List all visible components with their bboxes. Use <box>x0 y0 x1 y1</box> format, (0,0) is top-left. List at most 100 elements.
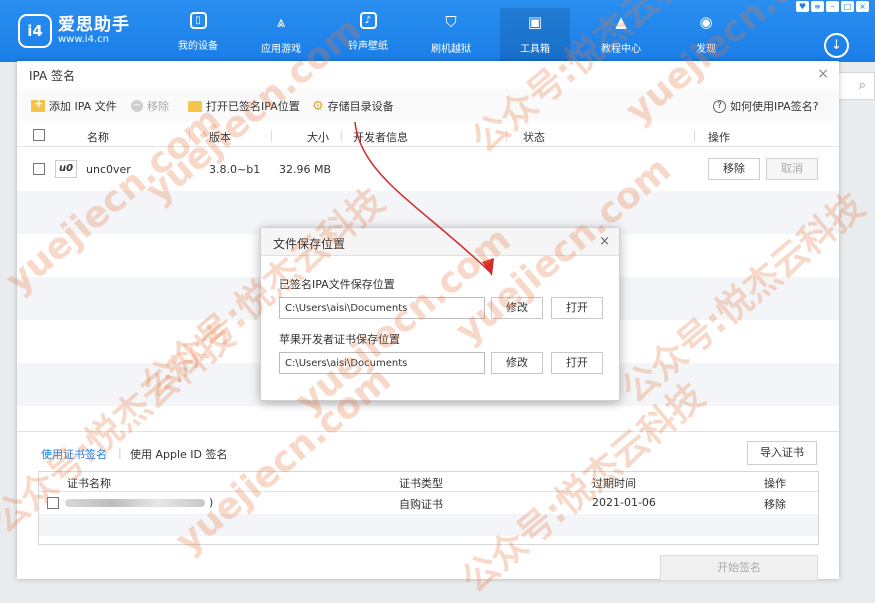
nav-label: 工具箱 <box>520 44 550 55</box>
cert-expires-cell: 2021-01-06 <box>592 496 656 509</box>
nav-discover[interactable]: ◉ 发现 <box>671 8 741 62</box>
toolbar: 添加 IPA 文件 − 移除 打开已签名IPA位置 ⚙ 存储目录设备 ? 如何使… <box>17 89 839 121</box>
app-top-bar: i4 爱思助手 www.i4.cn ▯ 我的设备 ⩓ 应用游戏 ♪ 铃声壁纸 ⛉… <box>0 0 875 62</box>
cert-type-cell: 自购证书 <box>399 498 443 511</box>
nav-label: 教程中心 <box>601 44 641 55</box>
window-controls: ♥ ≡ – □ × <box>796 1 869 12</box>
cert-path-label: 苹果开发者证书保存位置 <box>279 333 400 346</box>
open-signed-path-button[interactable]: 打开 <box>551 297 603 319</box>
nav-ringtones[interactable]: ♪ 铃声壁纸 <box>333 8 403 62</box>
download-icon[interactable]: ↓ <box>824 33 849 58</box>
app-icon: u0 <box>55 160 77 178</box>
app-url: www.i4.cn <box>58 34 109 45</box>
add-ipa-label: 添加 IPA 文件 <box>49 100 117 113</box>
version-cell: 3.8.0~b1 <box>209 163 261 176</box>
music-icon: ♪ <box>359 12 377 29</box>
nav-tutorials[interactable]: ▲ 教程中心 <box>586 8 656 62</box>
device-icon: ▯ <box>189 12 207 29</box>
row-cancel-button[interactable]: 取消 <box>766 158 818 180</box>
header-version: 版本 <box>209 131 231 144</box>
cert-checkbox[interactable] <box>47 497 59 509</box>
start-sign-button[interactable]: 开始签名 <box>660 555 818 581</box>
column-divider[interactable] <box>271 130 272 142</box>
nav-label: 刷机越狱 <box>431 44 471 55</box>
background-search-box[interactable]: ⌕ <box>838 72 875 100</box>
nav-label: 应用游戏 <box>261 44 301 55</box>
cert-path-input[interactable] <box>279 352 485 374</box>
column-divider[interactable] <box>694 130 695 142</box>
graduation-cap-icon: ▲ <box>615 13 627 31</box>
folder-icon <box>188 100 202 112</box>
skin-icon[interactable]: ♥ <box>796 1 809 12</box>
tab-appleid-sign[interactable]: 使用 Apple ID 签名 <box>130 446 228 462</box>
header-developer: 开发者信息 <box>353 131 408 144</box>
file-save-location-modal: 文件保存位置 × 已签名IPA文件保存位置 修改 打开 苹果开发者证书保存位置 … <box>260 227 620 401</box>
nav-toolbox[interactable]: ▣ 工具箱 <box>500 8 570 62</box>
storage-settings-button[interactable]: ⚙ 存储目录设备 <box>312 98 394 114</box>
modal-title: 文件保存位置 <box>273 237 346 251</box>
app-name-cell: unc0ver <box>86 163 131 176</box>
storage-settings-label: 存储目录设备 <box>327 100 394 113</box>
compass-icon: ◉ <box>699 13 713 31</box>
minimize-icon[interactable]: – <box>826 1 839 12</box>
select-all-checkbox[interactable] <box>33 129 45 141</box>
modal-header: 文件保存位置 × <box>261 228 619 256</box>
cert-tabs: 使用证书签名 | 使用 Apple ID 签名 导入证书 <box>17 431 839 469</box>
nav-my-device[interactable]: ▯ 我的设备 <box>163 8 233 62</box>
logo-icon: i4 <box>18 14 52 48</box>
remove-label: 移除 <box>147 100 169 113</box>
gear-icon: ⚙ <box>312 98 324 114</box>
cert-row[interactable]: ) 自购证书 2021-01-06 移除 <box>39 492 818 514</box>
apps-icon: ⩓ <box>276 13 286 31</box>
toolbox-icon: ▣ <box>527 13 543 31</box>
close-icon[interactable]: × <box>856 1 869 12</box>
column-divider[interactable] <box>341 130 342 142</box>
tab-divider: | <box>118 446 122 459</box>
help-link[interactable]: ? 如何使用IPA签名? <box>713 98 819 114</box>
nav-label: 铃声壁纸 <box>348 41 388 52</box>
modify-cert-path-button[interactable]: 修改 <box>491 352 543 374</box>
row-remove-button[interactable]: 移除 <box>708 158 760 180</box>
header-actions: 操作 <box>708 131 730 144</box>
modify-signed-path-button[interactable]: 修改 <box>491 297 543 319</box>
header-cert-type: 证书类型 <box>399 477 443 490</box>
open-signed-label: 打开已签名IPA位置 <box>206 100 300 113</box>
signed-path-input[interactable] <box>279 297 485 319</box>
menu-icon[interactable]: ≡ <box>811 1 824 12</box>
remove-button[interactable]: − 移除 <box>131 98 169 114</box>
cert-remove-link[interactable]: 移除 <box>764 496 786 512</box>
cert-name-tail: ) <box>209 496 214 509</box>
size-cell: 32.96 MB <box>279 163 332 176</box>
header-size: 大小 <box>307 131 329 144</box>
header-status: 状态 <box>523 131 545 144</box>
column-divider[interactable] <box>506 130 507 142</box>
maximize-icon[interactable]: □ <box>841 1 854 12</box>
cert-table-header: 证书名称 证书类型 过期时间 操作 <box>39 472 818 492</box>
tab-cert-sign[interactable]: 使用证书签名 <box>41 446 107 462</box>
open-cert-path-button[interactable]: 打开 <box>551 352 603 374</box>
app-logo: i4 爱思助手 www.i4.cn <box>18 14 130 48</box>
add-file-icon <box>31 97 45 112</box>
close-icon[interactable]: × <box>817 66 829 82</box>
table-row[interactable]: u0 unc0ver 3.8.0~b1 32.96 MB 移除 取消 <box>17 148 839 191</box>
close-icon[interactable]: × <box>599 234 610 249</box>
help-label: 如何使用IPA签名? <box>730 100 819 113</box>
app-name: 爱思助手 <box>58 15 130 35</box>
header-cert-expires: 过期时间 <box>592 477 636 490</box>
cert-table: 证书名称 证书类型 过期时间 操作 ) 自购证书 2021-01-06 移除 <box>38 471 819 545</box>
ipa-table-header: 名称 版本 大小 开发者信息 状态 操作 <box>17 125 839 147</box>
help-icon: ? <box>713 99 726 113</box>
import-cert-button[interactable]: 导入证书 <box>747 441 817 465</box>
nav-flash-jailbreak[interactable]: ⛉ 刷机越狱 <box>416 8 486 62</box>
dialog-title: IPA 签名 <box>29 69 76 83</box>
header-cert-name: 证书名称 <box>67 477 111 490</box>
nav-apps-games[interactable]: ⩓ 应用游戏 <box>246 8 316 62</box>
nav-label: 我的设备 <box>178 41 218 52</box>
column-divider[interactable] <box>189 130 190 142</box>
header-name: 名称 <box>87 131 109 144</box>
open-signed-location-button[interactable]: 打开已签名IPA位置 <box>188 98 300 114</box>
list-item <box>39 514 818 536</box>
row-checkbox[interactable] <box>33 163 45 175</box>
add-ipa-button[interactable]: 添加 IPA 文件 <box>31 97 117 114</box>
signed-path-label: 已签名IPA文件保存位置 <box>279 278 395 291</box>
